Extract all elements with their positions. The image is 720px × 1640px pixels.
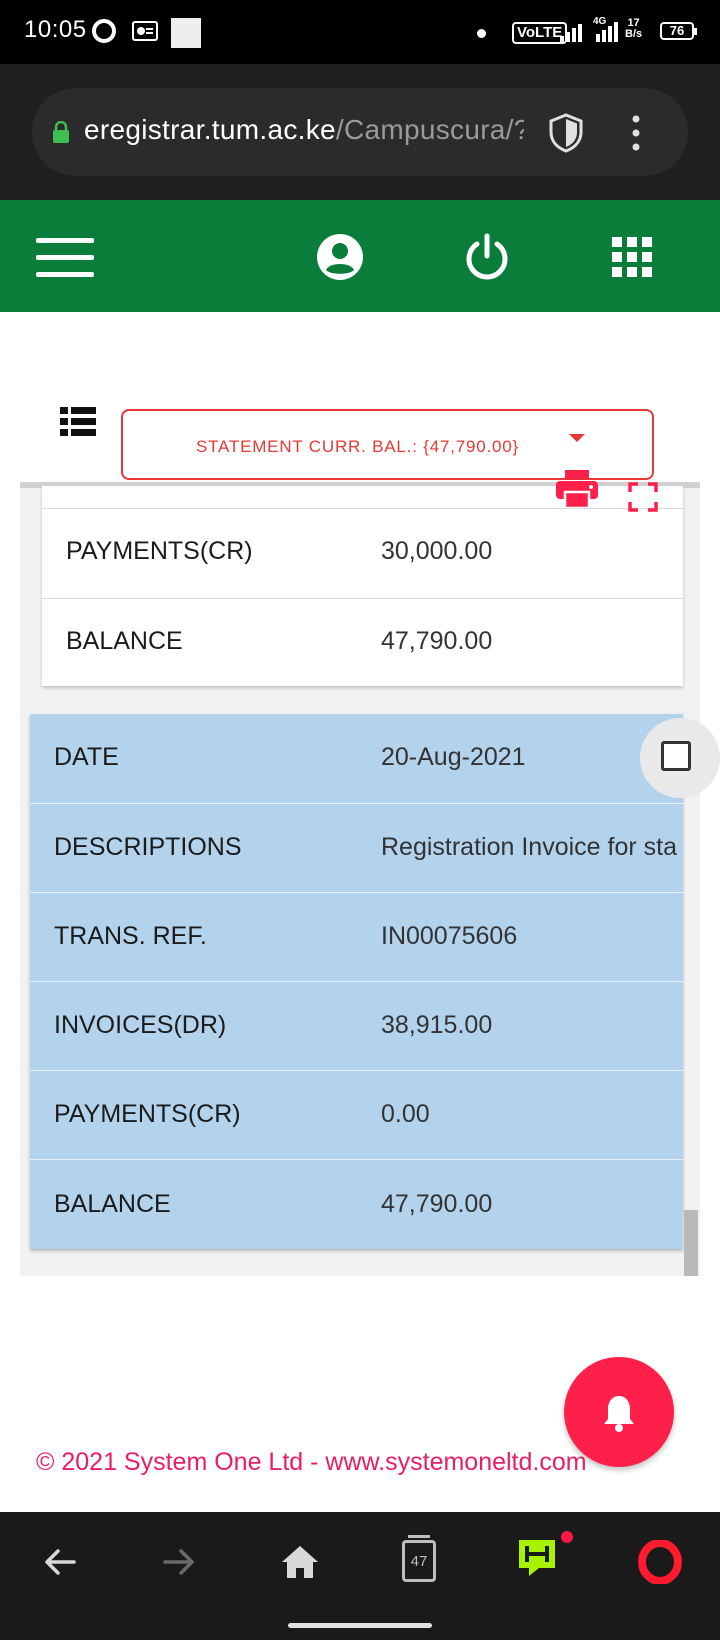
volte-indicator: VoLTE xyxy=(512,22,568,44)
chevron-down-icon xyxy=(569,434,585,442)
row-label: TRANS. REF. xyxy=(54,922,207,950)
opera-menu-icon[interactable] xyxy=(638,1540,682,1584)
notification-dot xyxy=(559,1529,575,1545)
copyright-text: © 2021 System One Ltd - www.systemoneltd… xyxy=(36,1448,587,1476)
scrollbar-thumb[interactable] xyxy=(684,1210,698,1276)
url-path: /Campuscura/? xyxy=(335,114,524,145)
table-row: BALANCE 47,790.00 xyxy=(30,1159,683,1249)
row-value: 20-Aug-2021 xyxy=(381,743,526,771)
row-value: 38,915.00 xyxy=(381,1011,493,1039)
row-value: 47,790.00 xyxy=(381,1190,493,1218)
table-row: PAYMENTS(CR) 30,000.00 xyxy=(42,508,683,599)
row-label: PAYMENTS(CR) xyxy=(54,1100,241,1128)
bell-icon xyxy=(604,1396,634,1432)
table-row: PAYMENTS(CR) 0.00 xyxy=(30,1070,683,1160)
row-label: BALANCE xyxy=(66,627,183,655)
notification-icon xyxy=(171,18,201,48)
previous-entry-card: PAYMENTS(CR) 30,000.00 BALANCE 47,790.00 xyxy=(42,486,683,686)
browser-bottom-nav xyxy=(0,1512,720,1640)
row-label: INVOICES(DR) xyxy=(54,1011,227,1039)
home-icon[interactable] xyxy=(278,1540,322,1584)
row-label: DATE xyxy=(54,743,119,771)
row-value: 47,790.00 xyxy=(381,627,493,655)
status-dot-icon xyxy=(477,29,486,38)
row-value: IN00075606 xyxy=(381,922,518,950)
print-icon[interactable] xyxy=(556,470,598,508)
row-value: Registration Invoice for sta xyxy=(381,833,677,861)
table-row: BALANCE 47,790.00 xyxy=(42,598,683,686)
row-value: 0.00 xyxy=(381,1100,430,1128)
url-host: eregistrar.tum.ac.ke xyxy=(84,114,336,145)
menu-dots-icon[interactable] xyxy=(626,113,646,153)
row-value: 30,000.00 xyxy=(381,537,493,565)
table-row: DESCRIPTIONS Registration Invoice for st… xyxy=(30,803,683,893)
shield-icon[interactable] xyxy=(548,113,584,153)
radio-icon xyxy=(132,21,158,41)
forward-icon[interactable] xyxy=(157,1540,201,1584)
row-label: DESCRIPTIONS xyxy=(54,833,242,861)
power-logout-icon[interactable] xyxy=(462,232,512,282)
current-entry-card: DATE 20-Aug-2021 DESCRIPTIONS Registrati… xyxy=(30,714,683,1249)
tabs-icon[interactable]: 47 xyxy=(402,1535,436,1582)
back-icon[interactable] xyxy=(38,1540,82,1584)
table-row: INVOICES(DR) 38,915.00 xyxy=(30,981,683,1071)
speed-unit: B/s xyxy=(625,28,643,40)
list-view-icon[interactable] xyxy=(60,407,96,437)
status-time: 10:05 xyxy=(24,16,87,43)
hamburger-menu-icon[interactable] xyxy=(36,238,94,278)
apps-grid-icon[interactable] xyxy=(612,237,652,277)
checkbox-icon[interactable] xyxy=(661,741,691,771)
row-label: PAYMENTS(CR) xyxy=(66,537,253,565)
fullscreen-icon[interactable] xyxy=(628,482,658,512)
network-speed: 17 B/s xyxy=(625,18,642,40)
row-label: BALANCE xyxy=(54,1190,171,1218)
table-row: TRANS. REF. IN00075606 xyxy=(30,892,683,982)
opera-status-icon xyxy=(92,19,116,43)
lock-icon xyxy=(53,121,69,143)
network-type: 4G xyxy=(593,16,607,27)
battery-icon: 76 xyxy=(660,22,697,40)
url-text[interactable]: eregistrar.tum.ac.ke/Campuscura/? xyxy=(84,114,524,146)
flow-icon[interactable] xyxy=(515,1536,559,1580)
table-row: DATE 20-Aug-2021 xyxy=(30,714,683,803)
home-indicator xyxy=(288,1623,432,1628)
user-profile-icon[interactable] xyxy=(316,233,364,281)
